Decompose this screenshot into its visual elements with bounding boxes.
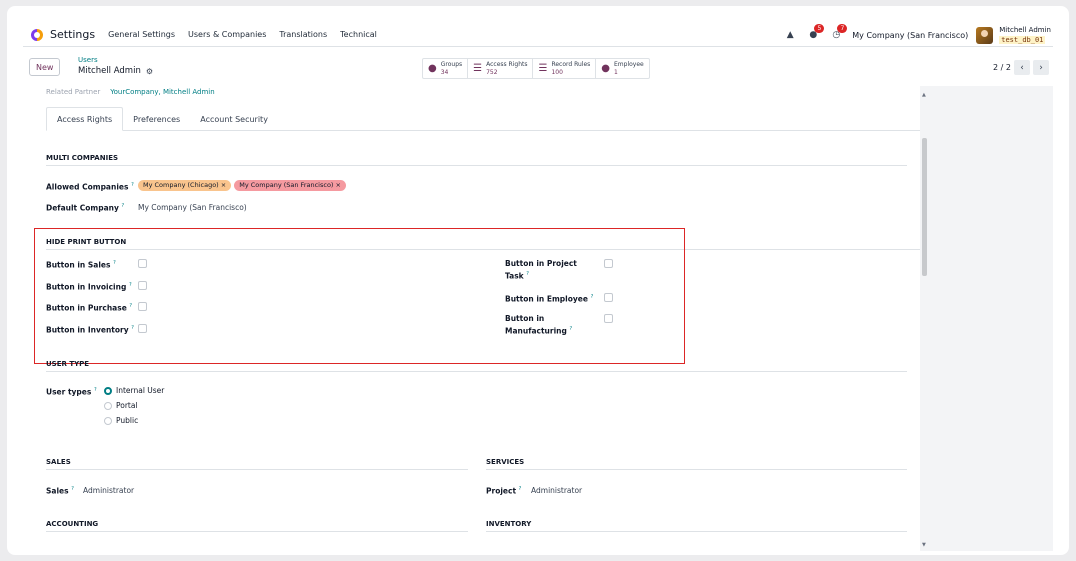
tag-company-san-francisco[interactable]: My Company (San Francisco) ×: [234, 180, 346, 191]
help-icon[interactable]: ?: [94, 387, 97, 393]
app-name[interactable]: Settings: [50, 28, 95, 41]
radio-public[interactable]: [104, 417, 112, 425]
tab-account-security[interactable]: Account Security: [190, 107, 278, 131]
help-icon[interactable]: ?: [122, 203, 125, 209]
label-text: Default Company: [46, 203, 119, 213]
label-text: User types: [46, 387, 92, 397]
radio-label-portal[interactable]: Portal: [116, 401, 138, 410]
multi-companies-title: MULTI COMPANIES: [46, 154, 907, 166]
radio-label-public[interactable]: Public: [116, 416, 138, 425]
related-partner-link[interactable]: YourCompany, Mitchell Admin: [110, 88, 214, 96]
menu-translations[interactable]: Translations: [279, 30, 327, 39]
sales-label: Sales ?: [46, 484, 74, 497]
pager-previous-icon[interactable]: ‹: [1014, 60, 1030, 75]
label-text: Sales: [46, 486, 69, 496]
scrollbar-thumb[interactable]: [922, 138, 927, 276]
navbar-systray: ▲ ● 5 ◷ 7 My Company (San Francisco) Mit…: [783, 23, 1053, 47]
form-sheet: Related Partner YourCompany, Mitchell Ad…: [23, 86, 929, 551]
user-menu[interactable]: Mitchell Admin test_db_01: [999, 26, 1051, 45]
users-icon: ●: [428, 63, 437, 74]
list-icon: ☰: [473, 63, 483, 74]
app-window: Settings General Settings Users & Compan…: [7, 6, 1069, 555]
smart-value: 34: [440, 68, 449, 76]
smart-label: Groups: [440, 60, 463, 68]
help-icon[interactable]: ?: [131, 182, 134, 188]
smart-value: 752: [486, 68, 498, 76]
list-icon: ☰: [538, 63, 548, 74]
bug-icon[interactable]: ▲: [783, 28, 797, 42]
user-type-title: USER TYPE: [46, 360, 907, 372]
sales-title: SALES: [46, 458, 468, 470]
smart-buttons: ● Groups 34 ☰ Access Rights 752 ☰ Record R…: [422, 58, 650, 79]
pager: 2 / 2 ‹ ›: [993, 60, 1049, 75]
inventory-title: INVENTORY: [486, 520, 907, 532]
allowed-companies-label: Allowed Companies ?: [46, 180, 134, 193]
tab-preferences[interactable]: Preferences: [123, 107, 190, 131]
gear-icon[interactable]: ⚙: [146, 66, 153, 77]
radio-internal-user[interactable]: [104, 387, 112, 395]
breadcrumb-users-link[interactable]: Users: [78, 55, 153, 66]
related-partner-row: Related Partner YourCompany, Mitchell Ad…: [46, 88, 215, 96]
breadcrumb-current: Mitchell Admin ⚙: [78, 66, 153, 77]
app-logo-icon[interactable]: [31, 28, 43, 41]
smart-value: 1: [614, 68, 618, 76]
default-company-value[interactable]: My Company (San Francisco): [138, 203, 247, 212]
control-panel: New Users Mitchell Admin ⚙ ● Groups 34 ☰ …: [23, 50, 1053, 84]
database-name: test_db_01: [999, 35, 1046, 44]
menu-users-companies[interactable]: Users & Companies: [188, 30, 266, 39]
menu-general-settings[interactable]: General Settings: [108, 30, 175, 39]
radio-label-internal-user[interactable]: Internal User: [116, 386, 164, 395]
tag-company-chicago[interactable]: My Company (Chicago) ×: [138, 180, 232, 191]
smart-label: Access Rights: [486, 60, 528, 68]
company-switcher[interactable]: My Company (San Francisco): [852, 31, 968, 40]
breadcrumb: Users Mitchell Admin ⚙: [78, 55, 153, 77]
new-button[interactable]: New: [29, 58, 61, 76]
radio-portal[interactable]: [104, 402, 112, 410]
user-name: Mitchell Admin: [999, 25, 1051, 34]
allowed-companies-field[interactable]: My Company (Chicago) × My Company (San F…: [138, 180, 349, 191]
label-text: Allowed Companies: [46, 182, 129, 192]
employee-smart-button[interactable]: ● Employee 1: [596, 59, 648, 78]
activities-icon[interactable]: ◷ 7: [829, 24, 848, 42]
related-partner-label: Related Partner: [46, 88, 101, 96]
menu-technical[interactable]: Technical: [340, 30, 377, 39]
access-rights-smart-button[interactable]: ☰ Access Rights 752: [468, 59, 534, 78]
scroll-down-icon[interactable]: ▼: [922, 542, 926, 548]
project-label: Project ?: [486, 484, 521, 497]
default-company-label: Default Company ?: [46, 201, 124, 214]
scroll-up-icon[interactable]: ▲: [922, 92, 926, 98]
label-text: Project: [486, 486, 517, 496]
record-title: Mitchell Admin: [78, 66, 141, 76]
activities-badge: 7: [837, 24, 848, 33]
user-avatar[interactable]: [976, 26, 994, 44]
smart-label: Record Rules: [551, 60, 591, 68]
messages-badge: 5: [814, 24, 825, 33]
project-value[interactable]: Administrator: [531, 486, 582, 495]
scrollbar[interactable]: ▲ ▼: [920, 86, 929, 551]
top-navbar: Settings General Settings Users & Compan…: [23, 23, 1053, 47]
smart-value: 100: [551, 68, 563, 76]
pager-value[interactable]: 2 / 2: [993, 63, 1011, 72]
users-icon: ●: [601, 63, 611, 74]
accounting-title: ACCOUNTING: [46, 520, 468, 532]
sales-value[interactable]: Administrator: [83, 486, 134, 495]
tab-access-rights[interactable]: Access Rights: [46, 107, 124, 131]
record-rules-smart-button[interactable]: ☰ Record Rules 100: [533, 59, 597, 78]
help-icon[interactable]: ?: [519, 486, 522, 492]
notebook-tabs: Access Rights Preferences Account Securi…: [46, 107, 920, 131]
messages-icon[interactable]: ● 5: [806, 24, 825, 42]
chatter-panel: [929, 86, 1053, 551]
highlight-box: [34, 228, 685, 364]
groups-smart-button[interactable]: ● Groups 34: [423, 59, 469, 78]
pager-next-icon[interactable]: ›: [1033, 60, 1049, 75]
help-icon[interactable]: ?: [71, 486, 74, 492]
smart-label: Employee: [614, 60, 644, 68]
services-title: SERVICES: [486, 458, 907, 470]
user-types-label: User types ?: [46, 385, 97, 398]
